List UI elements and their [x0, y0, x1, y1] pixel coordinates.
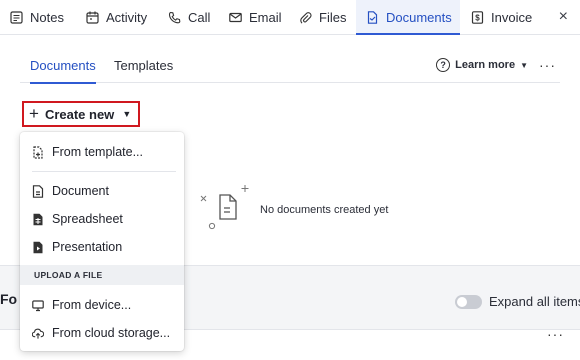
learn-more-label: Learn more	[455, 59, 516, 71]
invoice-icon: $	[471, 10, 484, 24]
menu-item-spreadsheet[interactable]: Spreadsheet	[20, 207, 184, 231]
document-icon	[32, 184, 44, 198]
tab-activity[interactable]: Activity	[86, 0, 156, 34]
tab-notes[interactable]: Notes	[10, 0, 72, 34]
menu-item-document[interactable]: Document	[20, 179, 184, 203]
presentation-icon	[32, 241, 44, 254]
calendar-icon	[86, 11, 99, 24]
more-options-icon[interactable]: ···	[539, 57, 556, 73]
menu-item-label: Spreadsheet	[52, 212, 123, 226]
svg-text:$: $	[475, 13, 480, 22]
tab-label: Email	[249, 9, 282, 25]
tab-files[interactable]: Files	[299, 0, 349, 34]
paperclip-icon	[299, 11, 312, 24]
menu-item-label: From cloud storage...	[52, 326, 171, 340]
empty-state-illustration	[196, 183, 256, 236]
menu-item-label: Presentation	[52, 240, 123, 254]
expand-all-label: Expand all items	[489, 294, 580, 309]
tab-label: Call	[188, 9, 211, 25]
tab-documents[interactable]: Documents	[356, 0, 460, 35]
empty-state-text: No documents created yet	[260, 204, 389, 216]
more-options-icon[interactable]: ···	[547, 326, 564, 342]
create-new-button[interactable]: + Create new ▼	[22, 101, 140, 127]
tab-email[interactable]: Email	[229, 0, 283, 34]
close-button[interactable]: ×	[559, 9, 568, 25]
menu-item-label: From template...	[52, 145, 143, 159]
subtab-templates[interactable]: Templates	[114, 58, 173, 73]
top-tab-bar: Notes Activity Call Email Files Document…	[0, 0, 580, 35]
create-new-label: Create new	[44, 106, 115, 122]
tab-label: Invoice	[491, 9, 533, 25]
create-new-menu: From template... Document Spreadsheet Pr…	[20, 132, 184, 351]
tab-invoice[interactable]: $ Invoice	[471, 0, 535, 34]
menu-item-from-cloud-storage[interactable]: From cloud storage...	[20, 321, 184, 345]
tab-label: Activity	[106, 9, 148, 25]
tab-label: Notes	[30, 9, 64, 25]
phone-icon	[168, 11, 181, 24]
caret-down-icon: ▼	[122, 109, 132, 119]
caret-down-icon: ▼	[520, 60, 528, 70]
subtab-documents[interactable]: Documents	[30, 58, 96, 84]
menu-item-label: Document	[52, 184, 109, 198]
menu-item-from-device[interactable]: From device...	[20, 293, 184, 317]
note-icon	[10, 10, 23, 24]
expand-all-toggle[interactable]	[455, 295, 482, 309]
template-icon	[32, 145, 44, 159]
mail-icon	[229, 11, 242, 24]
upload-section-header: UPLOAD A FILE	[20, 265, 184, 285]
cloud-upload-icon	[32, 327, 44, 340]
focus-title: Fo	[0, 291, 18, 307]
learn-more-button[interactable]: ? Learn more ▼	[436, 58, 528, 72]
plus-icon: +	[29, 104, 39, 123]
menu-divider	[32, 171, 176, 172]
tab-call[interactable]: Call	[168, 0, 216, 34]
menu-item-from-template[interactable]: From template...	[20, 140, 184, 164]
monitor-icon	[32, 299, 44, 312]
menu-item-label: From device...	[52, 298, 132, 312]
help-icon: ?	[436, 58, 451, 72]
tab-label: Files	[319, 9, 347, 25]
menu-item-presentation[interactable]: Presentation	[20, 235, 184, 259]
document-icon	[366, 10, 379, 24]
tab-label: Documents	[386, 9, 452, 25]
spreadsheet-icon	[32, 213, 44, 226]
